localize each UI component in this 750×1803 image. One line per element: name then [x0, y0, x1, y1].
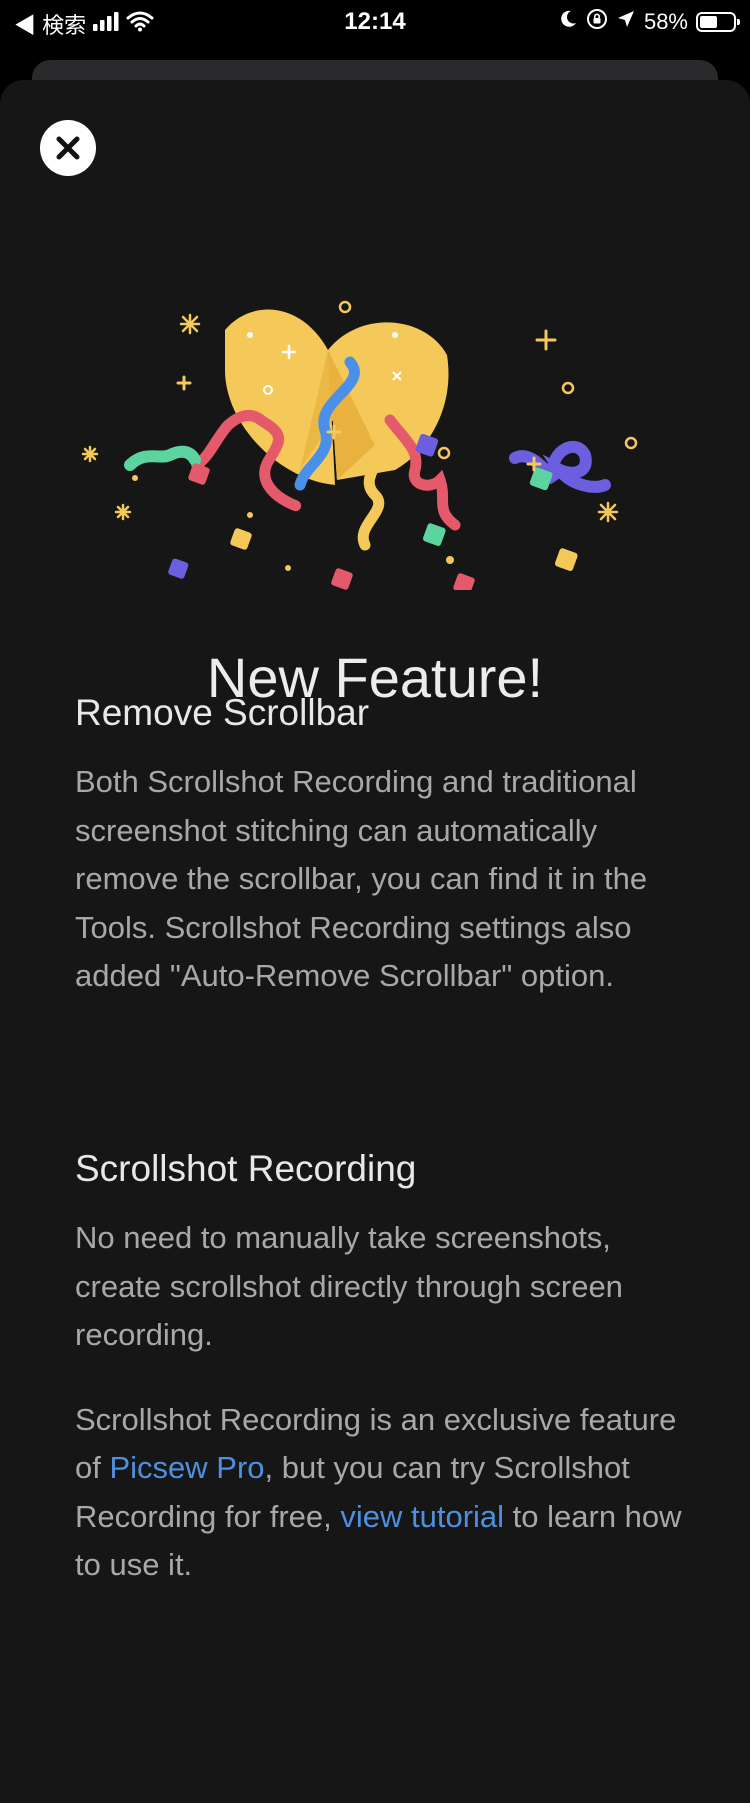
close-icon: [56, 136, 80, 160]
section-scrollshot-recording: Scrollshot Recording No need to manually…: [75, 1148, 695, 1590]
battery-percentage: 58%: [643, 9, 688, 34]
battery-level: [700, 16, 717, 28]
location-icon: [616, 9, 636, 35]
moon-icon: [558, 9, 578, 35]
section-body: Both Scrollshot Recording and traditiona…: [75, 764, 648, 993]
view-tutorial-link[interactable]: view tutorial: [340, 1499, 504, 1534]
picsew-pro-link[interactable]: Picsew Pro: [109, 1450, 264, 1485]
status-right: 58%: [558, 8, 740, 36]
section-heading: Scrollshot Recording: [75, 1148, 417, 1189]
status-bar: ◀ 検索 12:14 58%: [0, 0, 750, 44]
section-body: No need to manually take screenshots, cr…: [75, 1220, 623, 1352]
section-heading: Remove Scrollbar: [75, 692, 370, 733]
pro-feature-note: Scrollshot Recording is an exclusive fea…: [75, 1396, 695, 1590]
fortune-cookie-confetti-icon: [81, 300, 638, 590]
section-remove-scrollbar: Remove Scrollbar Both Scrollshot Recordi…: [75, 692, 695, 1001]
battery-icon: [696, 12, 740, 32]
new-feature-sheet: New Feature! Remove Scrollbar Both Scrol…: [0, 80, 750, 1803]
close-button[interactable]: [40, 120, 96, 176]
orientation-lock-icon: [586, 8, 608, 36]
